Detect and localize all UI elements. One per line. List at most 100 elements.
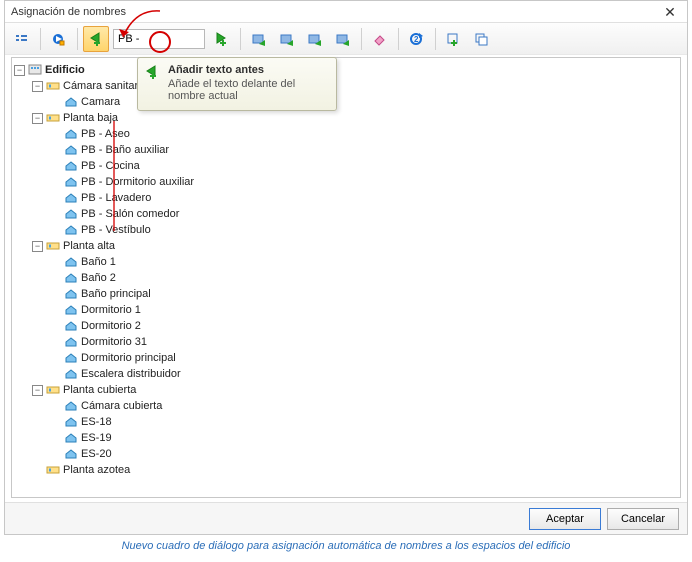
space-icon xyxy=(46,463,60,478)
add-box-button[interactable] xyxy=(441,26,467,52)
tree-item-label: PB - Salón comedor xyxy=(81,208,179,220)
tree-branch-item[interactable]: − Planta cubierta xyxy=(32,382,678,398)
tree-spacer xyxy=(50,321,61,332)
tree-leaf-item[interactable]: Baño principal xyxy=(50,286,678,302)
separator xyxy=(40,28,41,50)
tool-button-1[interactable] xyxy=(246,26,272,52)
space-icon xyxy=(64,351,78,366)
separator xyxy=(398,28,399,50)
tree-leaf-item[interactable]: PB - Dormitorio auxiliar xyxy=(50,174,678,190)
tree-item-label: Dormitorio 2 xyxy=(81,320,141,332)
floor-icon xyxy=(46,111,60,126)
tree-spacer xyxy=(50,449,61,460)
tree-leaf-item[interactable]: PB - Aseo xyxy=(50,126,678,142)
tree-leaf-item[interactable]: PB - Cocina xyxy=(50,158,678,174)
tree-item-label: PB - Dormitorio auxiliar xyxy=(81,176,194,188)
tree-item-label: ES-20 xyxy=(81,448,112,460)
tree-root-item[interactable]: − Edificio xyxy=(14,62,678,78)
tree-item-label: PB - Lavadero xyxy=(81,192,151,204)
space-icon xyxy=(64,127,78,142)
tree-branch-item[interactable]: − Cámara sanitaria xyxy=(32,78,678,94)
tree-leaf-item[interactable]: PB - Salón comedor xyxy=(50,206,678,222)
tree-item-label: Planta cubierta xyxy=(63,384,136,396)
tree-branch-item[interactable]: Planta azotea xyxy=(32,462,678,478)
tree-item-label: Planta baja xyxy=(63,112,118,124)
tooltip-title: Añadir texto antes xyxy=(168,64,328,76)
tree-spacer xyxy=(50,369,61,380)
tool-button-2[interactable] xyxy=(274,26,300,52)
tree-spacer xyxy=(50,193,61,204)
tree-item-label: PB - Vestíbulo xyxy=(81,224,151,236)
tool-button-4[interactable] xyxy=(330,26,356,52)
expand-toggle[interactable]: − xyxy=(32,113,43,124)
tree-item-label: Camara xyxy=(81,96,120,108)
tree-spacer xyxy=(50,305,61,316)
prefix-input[interactable] xyxy=(113,29,205,49)
space-icon xyxy=(64,271,78,286)
close-button[interactable]: ✕ xyxy=(659,3,681,21)
add-text-before-button[interactable] xyxy=(83,26,109,52)
space-icon xyxy=(64,447,78,462)
tree-branch-item[interactable]: − Planta baja xyxy=(32,110,678,126)
titlebar: Asignación de nombres ✕ xyxy=(5,1,687,23)
ok-button[interactable]: Aceptar xyxy=(529,508,601,530)
tree-leaf-item[interactable]: PB - Lavadero xyxy=(50,190,678,206)
tree-spacer xyxy=(50,289,61,300)
space-icon xyxy=(64,431,78,446)
tree-item-label: Baño 1 xyxy=(81,256,116,268)
tree-leaf-item[interactable]: Baño 2 xyxy=(50,270,678,286)
tree-spacer xyxy=(50,401,61,412)
space-icon xyxy=(64,335,78,350)
tree-item-label: Baño principal xyxy=(81,288,151,300)
tree-spacer xyxy=(50,177,61,188)
tree-item-label: Dormitorio 31 xyxy=(81,336,147,348)
tree-spacer xyxy=(50,257,61,268)
tool-button-3[interactable] xyxy=(302,26,328,52)
tree-branch-item[interactable]: − Planta alta xyxy=(32,238,678,254)
space-icon xyxy=(64,223,78,238)
tree-leaf-item[interactable]: ES-18 xyxy=(50,414,678,430)
expand-toggle[interactable]: − xyxy=(32,241,43,252)
copy-button[interactable] xyxy=(469,26,495,52)
space-icon xyxy=(64,255,78,270)
tree-spacer xyxy=(50,353,61,364)
building-icon xyxy=(28,63,42,78)
tree-item-label: Planta alta xyxy=(63,240,115,252)
tree-item-label: ES-18 xyxy=(81,416,112,428)
space-icon xyxy=(64,143,78,158)
tree-spacer xyxy=(50,129,61,140)
tree-leaf-item[interactable]: PB - Baño auxiliar xyxy=(50,142,678,158)
space-icon xyxy=(64,207,78,222)
expand-toggle[interactable]: − xyxy=(14,65,25,76)
dialog-footer: Aceptar Cancelar xyxy=(5,502,687,534)
preview-button[interactable] xyxy=(46,26,72,52)
tree-item-label: Dormitorio 1 xyxy=(81,304,141,316)
tree-item-label: Dormitorio principal xyxy=(81,352,176,364)
expand-toggle[interactable]: − xyxy=(32,81,43,92)
cancel-button[interactable]: Cancelar xyxy=(607,508,679,530)
tree-leaf-item[interactable]: Dormitorio 1 xyxy=(50,302,678,318)
tree-leaf-item[interactable]: Dormitorio 31 xyxy=(50,334,678,350)
tree-leaf-item[interactable]: Baño 1 xyxy=(50,254,678,270)
naming-dialog: Asignación de nombres ✕ Añadir texto ant… xyxy=(4,0,688,535)
expand-toggle[interactable]: − xyxy=(32,385,43,396)
tree-panel[interactable]: −Edificio−Cámara sanitariaCamara−Planta … xyxy=(11,57,681,498)
tree-leaf-item[interactable]: ES-20 xyxy=(50,446,678,462)
tree-leaf-item[interactable]: Dormitorio 2 xyxy=(50,318,678,334)
renumber-button[interactable] xyxy=(404,26,430,52)
tree-leaf-item[interactable]: Dormitorio principal xyxy=(50,350,678,366)
tree-leaf-item[interactable]: Cámara cubierta xyxy=(50,398,678,414)
add-text-after-button[interactable] xyxy=(209,26,235,52)
list-button[interactable] xyxy=(9,26,35,52)
tree-item-label: Edificio xyxy=(45,64,85,76)
tree-item-label: Cámara sanitaria xyxy=(63,80,147,92)
floor-icon xyxy=(46,383,60,398)
tree-leaf-item[interactable]: Escalera distribuidor xyxy=(50,366,678,382)
tree-leaf-item[interactable]: PB - Vestíbulo xyxy=(50,222,678,238)
erase-button[interactable] xyxy=(367,26,393,52)
tree-item-label: ES-19 xyxy=(81,432,112,444)
arrow-left-icon xyxy=(144,64,162,82)
space-icon xyxy=(64,287,78,302)
tree-leaf-item[interactable]: ES-19 xyxy=(50,430,678,446)
space-icon xyxy=(64,303,78,318)
